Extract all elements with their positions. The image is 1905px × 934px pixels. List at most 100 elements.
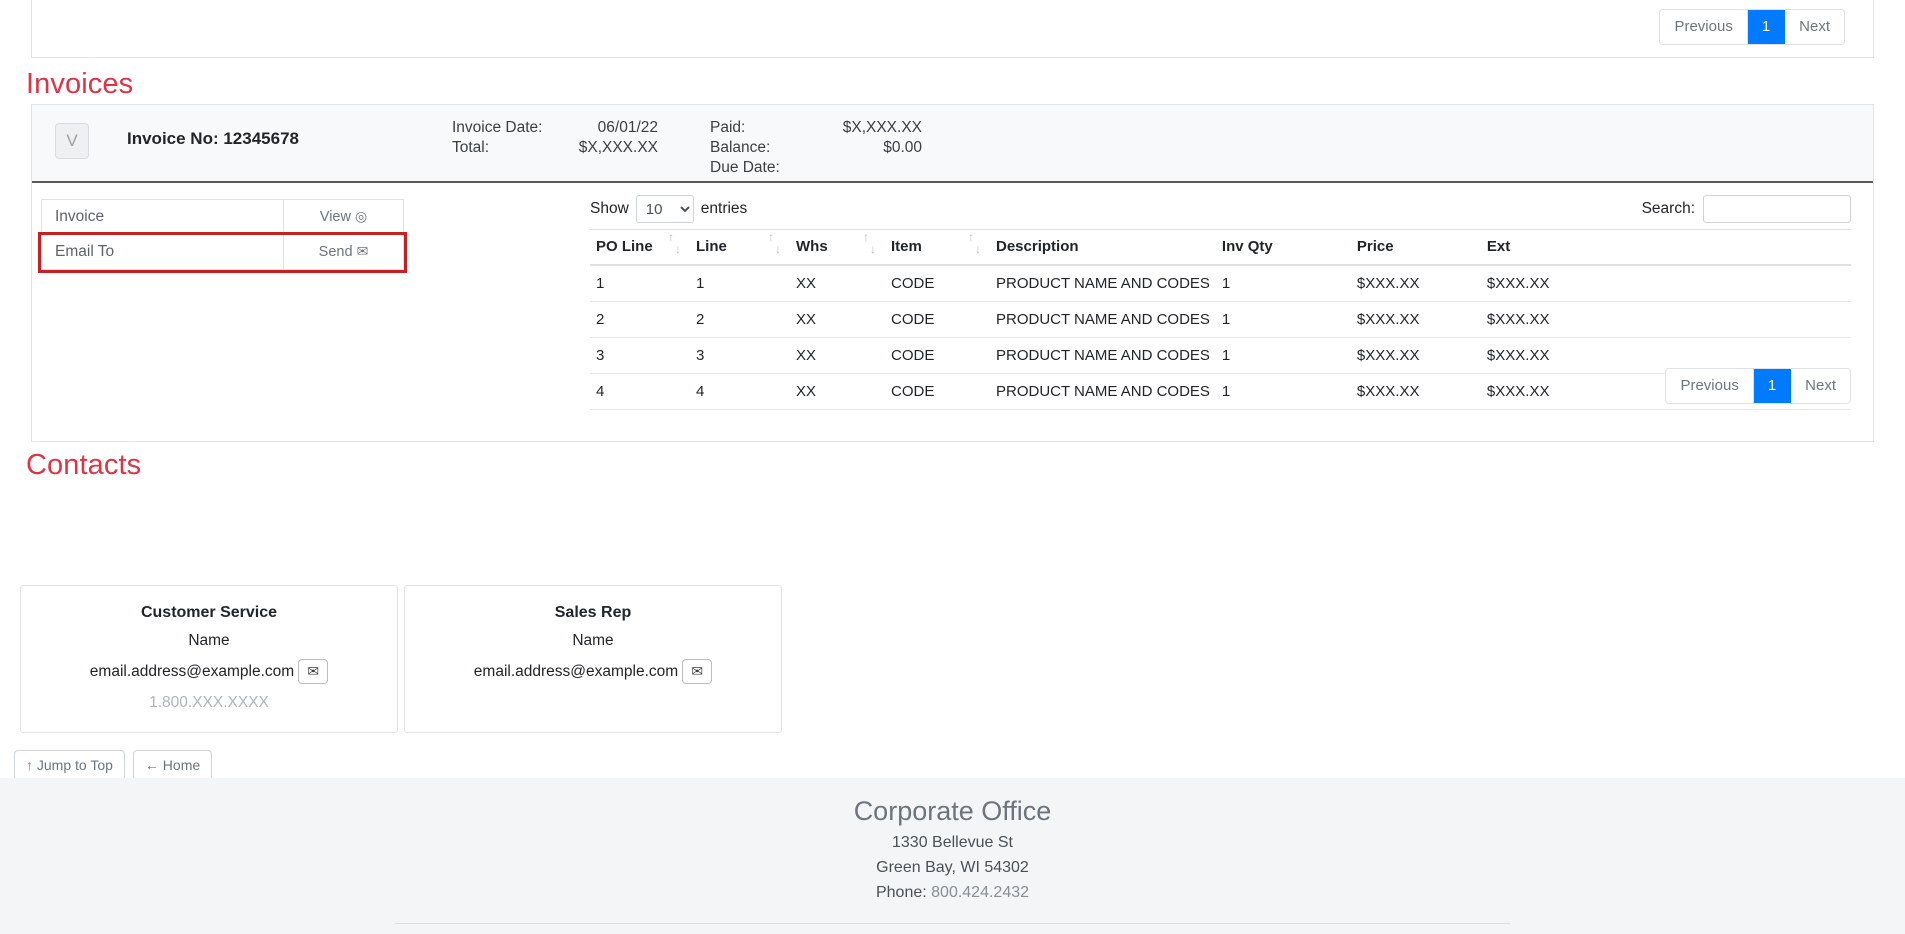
cell-price: $XXX.XX: [1351, 302, 1481, 338]
search-input[interactable]: [1703, 195, 1851, 223]
datatable-length-control: Show 102550100 entries: [590, 195, 747, 223]
cell-description: PRODUCT NAME AND CODES: [990, 265, 1216, 302]
contact-card-sales-rep: Sales Rep Name email.address@example.com…: [404, 585, 782, 733]
bottom-button-group: ↑ Jump to Top ← Home: [14, 750, 212, 780]
column-label: Description: [996, 238, 1079, 255]
cell-whs: XX: [790, 302, 885, 338]
table-row: 1 1 XX CODE PRODUCT NAME AND CODES 1 $XX…: [590, 265, 1851, 302]
invoice-action-label: Invoice: [41, 199, 284, 235]
cell-price: $XXX.XX: [1351, 374, 1481, 410]
footer-phone-number[interactable]: 800.424.2432: [931, 884, 1029, 901]
contact-title: Sales Rep: [405, 604, 781, 622]
cell-whs: XX: [790, 374, 885, 410]
cell-description: PRODUCT NAME AND CODES: [990, 374, 1216, 410]
entries-label: entries: [701, 200, 748, 218]
search-label: Search:: [1642, 200, 1695, 218]
cell-ext: $XXX.XX: [1481, 302, 1851, 338]
column-label: PO Line: [596, 238, 653, 255]
pagination-page-1[interactable]: 1: [1754, 369, 1791, 403]
column-header-item[interactable]: Item ↑↓: [885, 230, 990, 266]
contacts-heading: Contacts: [26, 449, 141, 482]
column-header-ext[interactable]: Ext: [1481, 230, 1851, 266]
invoice-body: Invoice View ◎ Email To Send ✉: [32, 183, 1873, 441]
contact-email: email.address@example.com: [90, 663, 294, 681]
lines-pagination: Previous 1 Next: [1665, 368, 1851, 404]
cell-price: $XXX.XX: [1351, 265, 1481, 302]
column-header-description[interactable]: Description: [990, 230, 1216, 266]
pagination-page-1[interactable]: 1: [1748, 10, 1785, 44]
pagination-next[interactable]: Next: [1785, 10, 1844, 44]
footer-content: Corporate Office 1330 Bellevue St Green …: [0, 778, 1905, 902]
sort-arrows-icon: ↑↓: [861, 230, 877, 264]
send-email-label: Send: [319, 244, 353, 260]
contact-phone: 1.800.XXX.XXXX: [21, 694, 397, 712]
footer-address-line-1: 1330 Bellevue St: [0, 834, 1905, 852]
invoices-card: V Invoice No: 12345678 Invoice Date: 06/…: [31, 104, 1874, 442]
cell-line: 3: [690, 338, 790, 374]
arrow-up-icon: ↑: [26, 757, 33, 773]
home-button[interactable]: ← Home: [133, 750, 212, 780]
contact-email-row: email.address@example.com ✉: [405, 659, 781, 684]
arrow-left-icon: ←: [145, 757, 159, 773]
lines-table: PO Line ↑↓ Line ↑↓ Whs ↑↓: [590, 229, 1851, 410]
column-header-whs[interactable]: Whs ↑↓: [790, 230, 885, 266]
cell-line: 1: [690, 265, 790, 302]
view-invoice-label: View: [320, 209, 351, 225]
column-label: Item: [891, 238, 922, 255]
invoice-actions-list: Invoice View ◎ Email To Send ✉: [41, 199, 404, 270]
contact-email: email.address@example.com: [474, 663, 678, 681]
pagination-next[interactable]: Next: [1791, 369, 1850, 403]
view-invoice-button[interactable]: View ◎: [284, 199, 404, 235]
cell-description: PRODUCT NAME AND CODES: [990, 338, 1216, 374]
page-root: Previous 1 Next Invoices V Invoice No: 1…: [0, 0, 1905, 934]
cell-line: 2: [690, 302, 790, 338]
cell-inv-qty: 1: [1216, 265, 1351, 302]
footer-phone-label: Phone:: [876, 884, 927, 901]
cell-po-line: 1: [590, 265, 690, 302]
previous-section-card: Previous 1 Next: [31, 0, 1874, 58]
column-header-line[interactable]: Line ↑↓: [690, 230, 790, 266]
cell-item: CODE: [885, 338, 990, 374]
lines-table-header-row: PO Line ↑↓ Line ↑↓ Whs ↑↓: [590, 230, 1851, 266]
invoice-total-value: $X,XXX.XX: [452, 139, 658, 157]
eye-icon: ◎: [355, 208, 367, 224]
pagination-control: Previous 1 Next: [1659, 9, 1845, 45]
email-to-action-row: Email To Send ✉: [41, 235, 404, 270]
top-pagination: Previous 1 Next: [1659, 9, 1845, 45]
cell-inv-qty: 1: [1216, 338, 1351, 374]
cell-item: CODE: [885, 302, 990, 338]
column-header-inv-qty[interactable]: Inv Qty: [1216, 230, 1351, 266]
envelope-icon[interactable]: ✉: [682, 659, 712, 684]
table-row: 4 4 XX CODE PRODUCT NAME AND CODES 1 $XX…: [590, 374, 1851, 410]
page-length-select[interactable]: 102550100: [636, 195, 694, 223]
envelope-icon: ✉: [357, 243, 369, 259]
invoice-action-row: Invoice View ◎: [41, 199, 404, 235]
column-label: Price: [1357, 238, 1394, 255]
invoice-date-value: 06/01/22: [452, 119, 658, 137]
pagination-control: Previous 1 Next: [1665, 368, 1851, 404]
datatable-controls: Show 102550100 entries Search:: [554, 183, 1851, 229]
cell-price: $XXX.XX: [1351, 338, 1481, 374]
send-email-button[interactable]: Send ✉: [284, 235, 404, 270]
jump-to-top-button[interactable]: ↑ Jump to Top: [14, 750, 125, 780]
show-label: Show: [590, 200, 629, 218]
chevron-down-icon[interactable]: V: [55, 123, 89, 159]
column-label: Inv Qty: [1222, 238, 1273, 255]
email-to-label: Email To: [41, 235, 284, 270]
pagination-previous[interactable]: Previous: [1660, 10, 1747, 44]
envelope-icon[interactable]: ✉: [298, 659, 328, 684]
page-footer: Corporate Office 1330 Bellevue St Green …: [0, 778, 1905, 934]
column-header-price[interactable]: Price: [1351, 230, 1481, 266]
invoice-balance-value: $0.00: [710, 139, 922, 157]
cell-inv-qty: 1: [1216, 302, 1351, 338]
pagination-previous[interactable]: Previous: [1666, 369, 1753, 403]
contact-name: Name: [405, 632, 781, 650]
home-label: Home: [163, 757, 200, 773]
cell-po-line: 2: [590, 302, 690, 338]
lines-table-head: PO Line ↑↓ Line ↑↓ Whs ↑↓: [590, 230, 1851, 266]
column-header-po-line[interactable]: PO Line ↑↓: [590, 230, 690, 266]
jump-to-top-label: Jump to Top: [37, 757, 113, 773]
footer-title: Corporate Office: [0, 796, 1905, 827]
datatable-search-control: Search:: [1642, 195, 1851, 223]
cell-whs: XX: [790, 265, 885, 302]
